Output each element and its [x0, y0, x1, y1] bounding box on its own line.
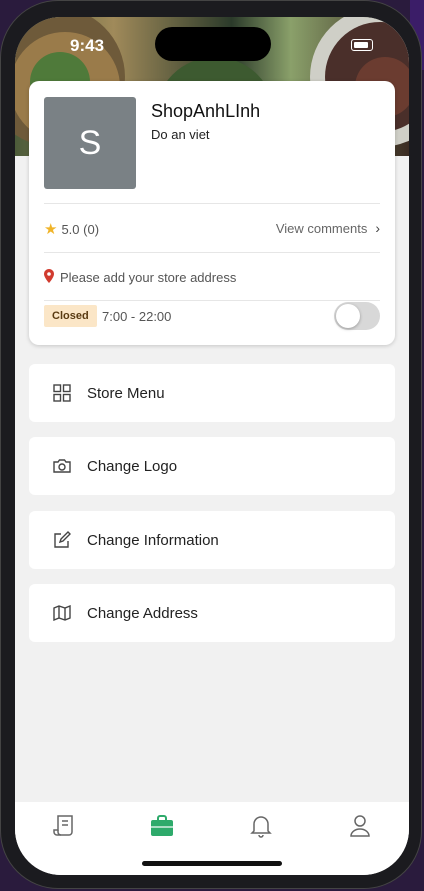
tab-store[interactable] [148, 812, 176, 840]
store-info-card: S ShopAnhLInh Do an viet ★ 5.0 (0) View … [29, 81, 395, 345]
divider [44, 252, 380, 253]
rating-text: 5.0 (0) [61, 221, 100, 237]
divider [44, 203, 380, 204]
menu-item-label: Change Address [87, 604, 198, 622]
bell-icon [250, 816, 272, 838]
store-status-row: Closed 7:00 - 22:00 [44, 302, 380, 330]
grid-icon [51, 382, 73, 404]
status-badge: Closed [44, 305, 97, 327]
view-comments-link[interactable]: View comments › [276, 220, 380, 236]
app-screen: 9:43 S ShopAnhLInh Do an viet ★ 5.0 (0) … [15, 17, 409, 875]
receipt-icon [53, 815, 73, 836]
open-store-toggle[interactable] [334, 302, 380, 330]
menu-item-label: Change Logo [87, 457, 178, 475]
camera-icon [51, 455, 73, 477]
store-name: ShopAnhLInh [151, 101, 261, 121]
store-address[interactable]: Please add your store address [44, 269, 236, 286]
star-icon: ★ [44, 221, 58, 238]
map-icon [51, 602, 73, 624]
store-menu-button[interactable]: Store Menu [29, 364, 395, 422]
tab-orders[interactable] [50, 812, 78, 840]
tab-profile[interactable] [346, 812, 374, 840]
change-logo-button[interactable]: Change Logo [29, 437, 395, 495]
store-description: Do an viet [151, 127, 210, 142]
store-avatar[interactable]: S [44, 97, 136, 189]
store-rating: ★ 5.0 (0) [44, 220, 99, 238]
user-icon [350, 815, 370, 837]
status-time: 9:43 [70, 36, 105, 55]
home-indicator [142, 861, 282, 866]
edit-icon [51, 529, 73, 551]
avatar-letter: S [78, 123, 102, 162]
briefcase-icon [151, 815, 173, 836]
chevron-right-icon: › [375, 220, 380, 236]
phone-frame: 9:43 S ShopAnhLInh Do an viet ★ 5.0 (0) … [0, 0, 422, 889]
divider [44, 300, 380, 301]
menu-item-label: Change Information [87, 531, 219, 549]
address-text: Please add your store address [60, 270, 237, 285]
view-comments-label: View comments [275, 220, 368, 236]
change-information-button[interactable]: Change Information [29, 511, 395, 569]
dynamic-island [155, 27, 271, 61]
change-address-button[interactable]: Change Address [29, 584, 395, 642]
tab-notifications[interactable] [247, 812, 275, 840]
menu-item-label: Store Menu [87, 384, 165, 402]
location-pin-icon [44, 269, 54, 286]
battery-icon [351, 39, 373, 51]
opening-hours: 7:00 - 22:00 [102, 309, 172, 324]
toggle-knob [336, 304, 360, 328]
